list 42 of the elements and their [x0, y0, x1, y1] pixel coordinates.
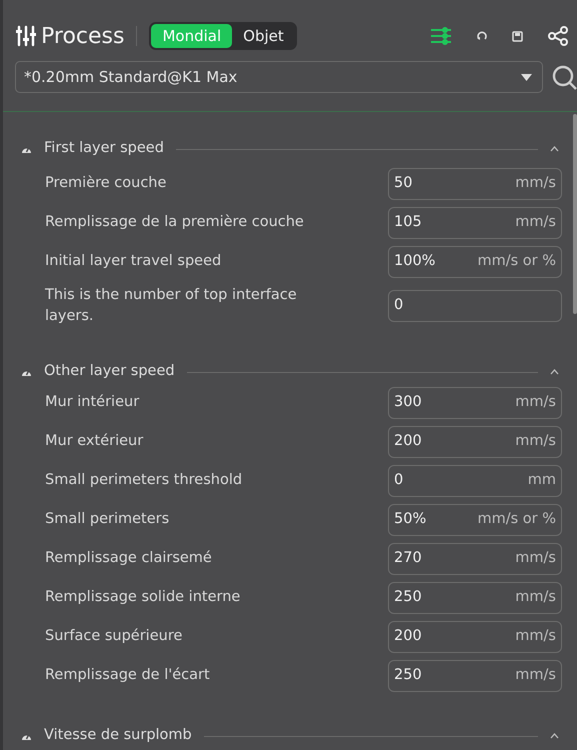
collapse-icon[interactable]: [550, 369, 559, 375]
value-field[interactable]: 250 mm/s: [388, 582, 562, 614]
setting-label: Small perimeters: [45, 510, 170, 529]
setting-label: This is the number of top interface layers.: [45, 286, 298, 326]
setting-label: Remplissage de l'écart: [45, 666, 211, 685]
setting-label: Mur intérieur: [45, 392, 140, 412]
scrollbar[interactable]: [573, 114, 577, 314]
section-title: Other layer speed: [44, 362, 175, 382]
collapse-icon[interactable]: [550, 733, 559, 739]
value-field[interactable]: 300 mm/s: [388, 386, 562, 418]
save-icon[interactable]: [512, 30, 523, 42]
value-field[interactable]: 270 mm/s: [388, 542, 562, 574]
caret-icon: [521, 74, 532, 80]
value-field[interactable]: 50 mm/s: [388, 168, 562, 200]
section-title: Vitesse de surplomb: [44, 726, 192, 746]
section-title: First layer speed: [44, 139, 164, 158]
advanced-settings-icon[interactable]: [430, 26, 452, 46]
search-icon[interactable]: [551, 64, 577, 90]
preset-dropdown[interactable]: *0.20mm Standard@K1 Max: [15, 61, 543, 93]
value-field[interactable]: 200 mm/s: [388, 426, 562, 458]
value-field[interactable]: 0 mm: [388, 464, 562, 496]
setting-label: Small perimeters threshold: [45, 470, 244, 490]
setting-label: Initial layer travel speed: [45, 252, 222, 271]
share-icon[interactable]: [547, 26, 569, 46]
value-field[interactable]: 50% mm/s or %: [388, 504, 562, 536]
value-field[interactable]: 100% mm/s or %: [388, 246, 562, 278]
value-field[interactable]: 250 mm/s: [388, 660, 562, 692]
setting-label: Remplissage solide interne: [45, 588, 242, 607]
scope-tab[interactable]: Objet: [232, 24, 295, 48]
value-field[interactable]: 0: [388, 290, 562, 322]
collapse-icon[interactable]: [550, 146, 559, 152]
setting-label: Première couche: [45, 174, 168, 193]
value-field[interactable]: 200 mm/s: [388, 620, 562, 652]
setting-label: Remplissage clairsemé: [45, 548, 213, 568]
value-field[interactable]: 105 mm/s: [388, 206, 562, 238]
setting-label: Surface supérieure: [45, 626, 184, 646]
panel-title: Process: [41, 22, 124, 50]
sliders-icon: [15, 25, 37, 47]
preset-value: *0.20mm Standard@K1 Max: [24, 66, 238, 88]
reset-icon[interactable]: [476, 30, 488, 42]
setting-label: Remplissage de la première couche: [45, 212, 305, 232]
setting-label: Mur extérieur: [45, 432, 144, 451]
